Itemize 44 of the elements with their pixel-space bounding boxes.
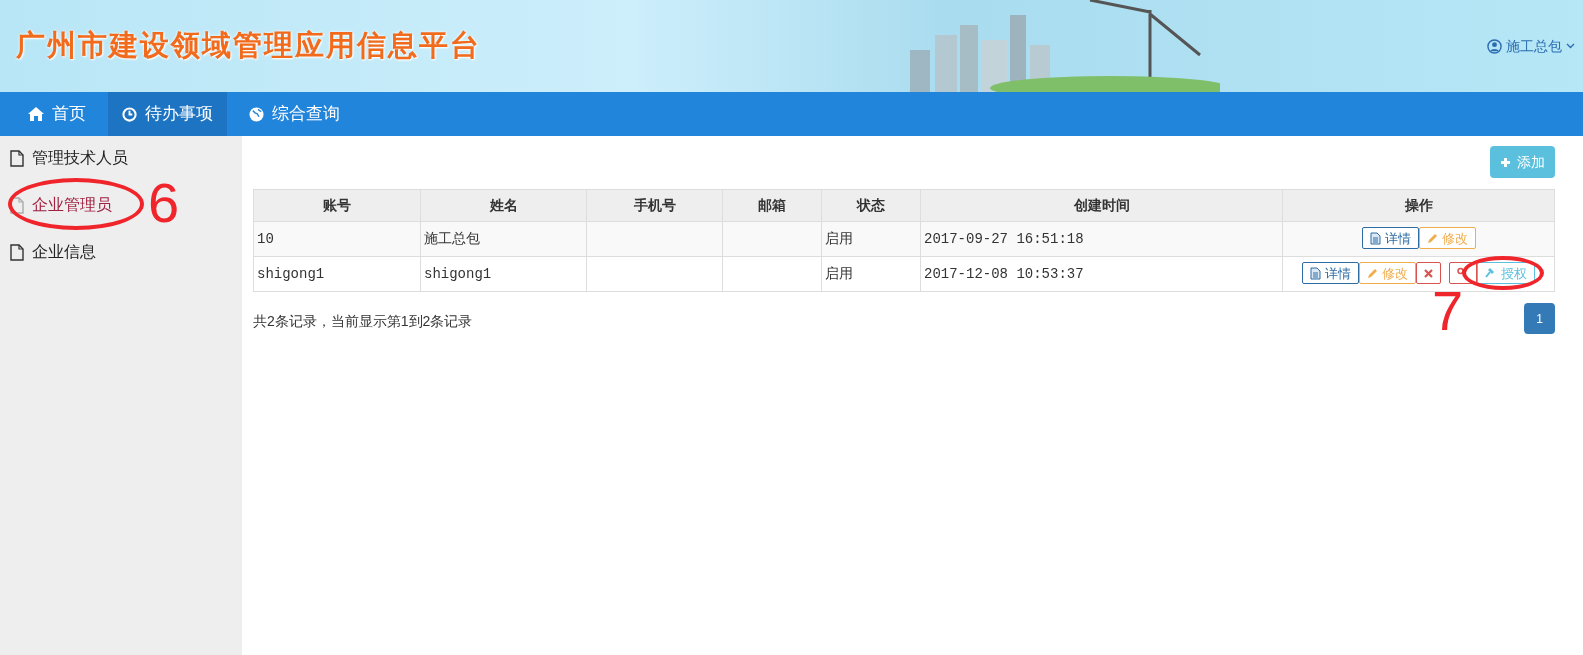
pencil-icon xyxy=(1426,232,1438,244)
page-icon xyxy=(10,196,24,214)
home-icon xyxy=(28,107,44,121)
page-icon xyxy=(10,149,24,167)
gavel-icon xyxy=(1485,267,1497,280)
table-cell: 2017-09-27 16:51:18 xyxy=(920,221,1283,257)
record-summary: 共2条记录，当前显示第1到2条记录 xyxy=(253,312,473,331)
page-button[interactable]: 1 xyxy=(1524,303,1555,334)
annotation-number: 6 xyxy=(148,173,180,233)
table-cell: 启用 xyxy=(821,256,921,292)
document-icon xyxy=(1310,266,1321,280)
column-header: 手机号 xyxy=(586,189,723,222)
column-header: 操作 xyxy=(1282,189,1555,222)
column-header: 姓名 xyxy=(420,189,587,222)
table-cell: shigong1 xyxy=(253,256,421,292)
site-title: 广州市建设领域管理应用信息平台 xyxy=(16,28,481,64)
user-menu[interactable]: 施工总包 xyxy=(1487,35,1575,57)
sidebar-item[interactable]: 企业信息 xyxy=(10,242,242,262)
nav-tab[interactable]: 首页 xyxy=(14,92,100,136)
column-header: 邮箱 xyxy=(722,189,822,222)
globe-icon xyxy=(249,106,264,122)
detail-button[interactable]: 详情 xyxy=(1302,262,1359,285)
column-header: 账号 xyxy=(253,189,421,222)
table-cell: 启用 xyxy=(821,221,921,257)
annotation-number: 7 xyxy=(1432,283,1464,339)
column-header: 状态 xyxy=(821,189,921,222)
page-icon xyxy=(10,243,24,261)
table-cell: 施工总包 xyxy=(420,221,587,257)
caret-icon xyxy=(1566,43,1575,49)
column-header: 创建时间 xyxy=(920,189,1283,222)
table-cell: shigong1 xyxy=(420,256,587,292)
document-icon xyxy=(1369,231,1381,245)
sidebar-item[interactable]: 管理技术人员 xyxy=(10,148,242,168)
nav-tab[interactable]: 综合查询 xyxy=(235,92,354,136)
nav-tab[interactable]: 待办事项 xyxy=(108,92,227,136)
plus-icon xyxy=(1500,156,1511,168)
user-icon xyxy=(1487,38,1502,54)
close-icon xyxy=(1424,268,1433,278)
table-cell: 2017-12-08 10:53:37 xyxy=(920,256,1283,292)
pencil-icon xyxy=(1367,267,1378,279)
detail-button[interactable]: 详情 xyxy=(1361,227,1419,250)
delete-button[interactable] xyxy=(1416,262,1441,285)
clock-icon xyxy=(122,106,137,122)
table-cell: 10 xyxy=(253,221,421,257)
